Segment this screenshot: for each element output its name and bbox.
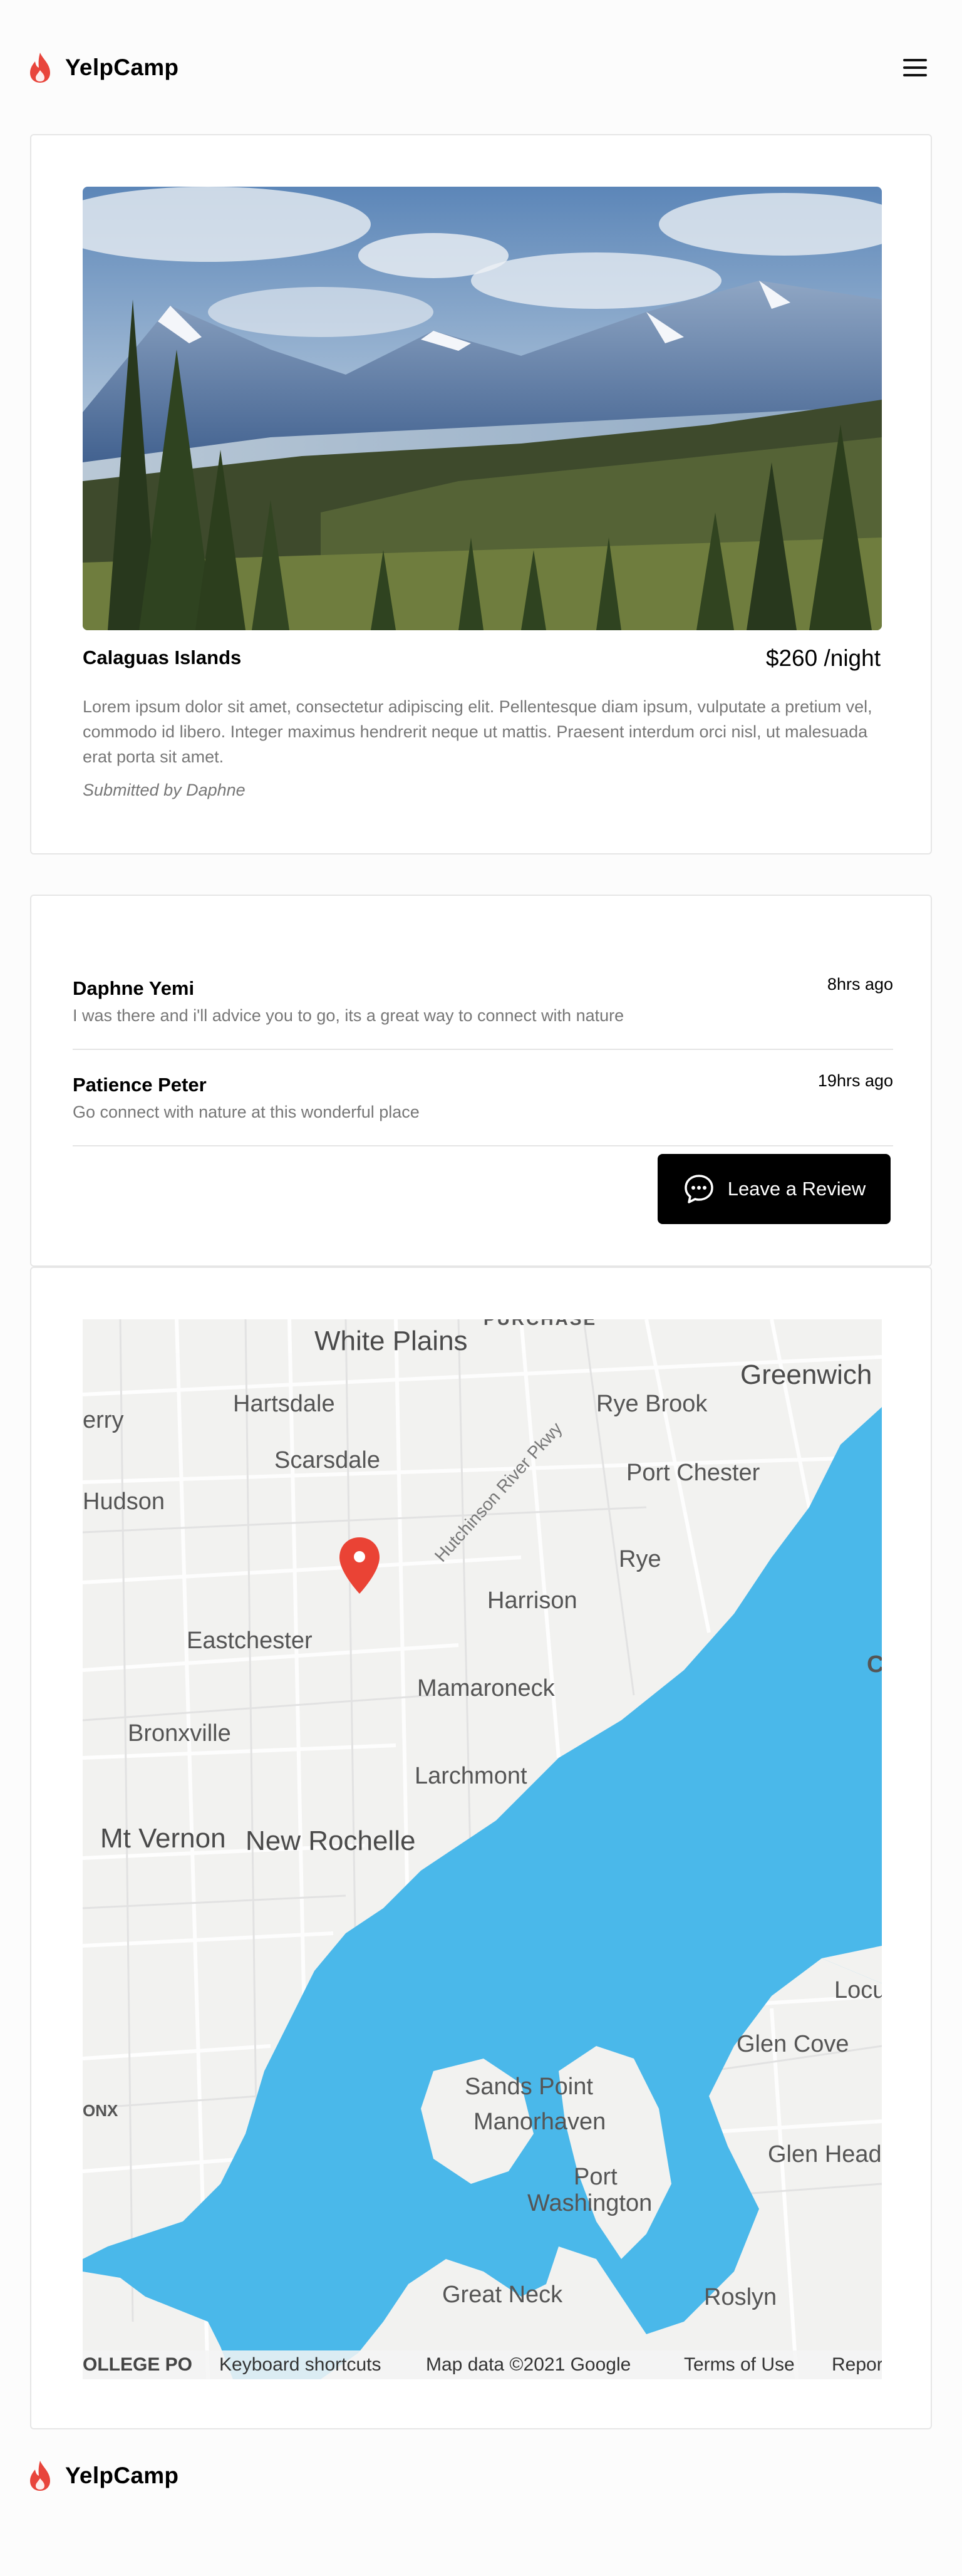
map-pin-icon[interactable]	[337, 1536, 382, 1596]
footer-brand[interactable]: YelpCamp	[28, 2458, 178, 2493]
submitted-by: Submitted by Daphne	[83, 781, 246, 799]
map-label: Great Neck	[442, 2282, 563, 2308]
map-label: Glen Head	[768, 2141, 882, 2168]
map-label: Glen Cove	[737, 2031, 849, 2057]
review-text: Go connect with nature at this wonderful…	[73, 1103, 420, 1121]
campground-image	[83, 187, 882, 630]
map-label: Greenwich	[740, 1359, 872, 1390]
campground-card: Calaguas Islands $260 /night Lorem ipsum…	[30, 134, 932, 854]
map-label: Port	[574, 2164, 618, 2190]
map-label: New Rochelle	[246, 1826, 416, 1856]
location-map[interactable]: White Plains PURCHASE Greenwich Hartsdal…	[83, 1319, 882, 2379]
hamburger-menu-icon[interactable]	[903, 58, 927, 78]
map-label: Rye Brook	[596, 1391, 708, 1417]
review-item: Patience Peter 19hrs ago Go connect with…	[73, 1049, 893, 1146]
campground-description: Lorem ipsum dolor sit amet, consectetur …	[83, 697, 872, 766]
map-label: Harrison	[487, 1587, 577, 1614]
chat-bubble-icon	[684, 1175, 713, 1203]
campground-title: Calaguas Islands	[83, 647, 242, 668]
map-label: erry	[83, 1407, 124, 1433]
map-label: Mamaroneck	[417, 1675, 555, 1701]
map-label: C	[867, 1651, 882, 1678]
map-label: Hudson	[83, 1488, 165, 1515]
brand-name: YelpCamp	[65, 2463, 179, 2488]
map-label: Washington	[527, 2190, 653, 2216]
map-label: Eastchester	[187, 1628, 313, 1654]
leave-review-label: Leave a Review	[727, 1178, 866, 1200]
reviews-card: Daphne Yemi 8hrs ago I was there and i'l…	[30, 895, 932, 1267]
review-author: Patience Peter	[73, 1074, 207, 1096]
map-label: Sands Point	[465, 2074, 593, 2100]
map-label: ONX	[83, 2101, 118, 2120]
map-label: Port Chester	[626, 1460, 760, 1486]
keyboard-shortcuts-link[interactable]: Keyboard shortcuts	[219, 2354, 381, 2376]
terms-of-use-link[interactable]: Terms of Use	[684, 2354, 795, 2376]
map-data-credit: Map data ©2021 Google	[426, 2354, 631, 2375]
map-label: Larchmont	[415, 1763, 527, 1789]
map-label: Locu	[834, 1977, 882, 2003]
map-label: PURCHASE	[484, 1319, 597, 1329]
brand-name: YelpCamp	[65, 55, 179, 80]
report-link[interactable]: Repor	[832, 2354, 882, 2376]
review-author: Daphne Yemi	[73, 977, 195, 999]
review-item: Daphne Yemi 8hrs ago I was there and i'l…	[73, 952, 893, 1050]
map-label: Hartsdale	[233, 1391, 335, 1417]
campground-price: $260 /night	[765, 645, 881, 671]
map-label: Rye	[619, 1546, 661, 1572]
brand-logo-link[interactable]: YelpCamp	[28, 50, 178, 85]
flame-icon	[30, 53, 50, 83]
map-label: Roslyn	[704, 2284, 777, 2310]
map-label: OLLEGE PO	[83, 2354, 193, 2375]
review-text: I was there and i'll advice you to go, i…	[73, 1006, 624, 1025]
map-label: Mt Vernon	[100, 1823, 226, 1854]
review-time: 19hrs ago	[817, 1071, 893, 1090]
flame-icon	[30, 2461, 50, 2491]
map-label: White Plains	[314, 1326, 468, 1356]
map-attribution-bar: OLLEGE PO Keyboard shortcuts Map data ©2…	[83, 2350, 882, 2379]
leave-review-button[interactable]: Leave a Review	[658, 1154, 891, 1224]
review-time: 8hrs ago	[827, 975, 893, 994]
map-card: White Plains PURCHASE Greenwich Hartsdal…	[30, 1267, 932, 2429]
map-label: Manorhaven	[473, 2109, 606, 2135]
map-label: Bronxville	[128, 1720, 231, 1747]
top-navbar: YelpCamp	[0, 0, 962, 135]
map-label: Scarsdale	[274, 1447, 380, 1473]
